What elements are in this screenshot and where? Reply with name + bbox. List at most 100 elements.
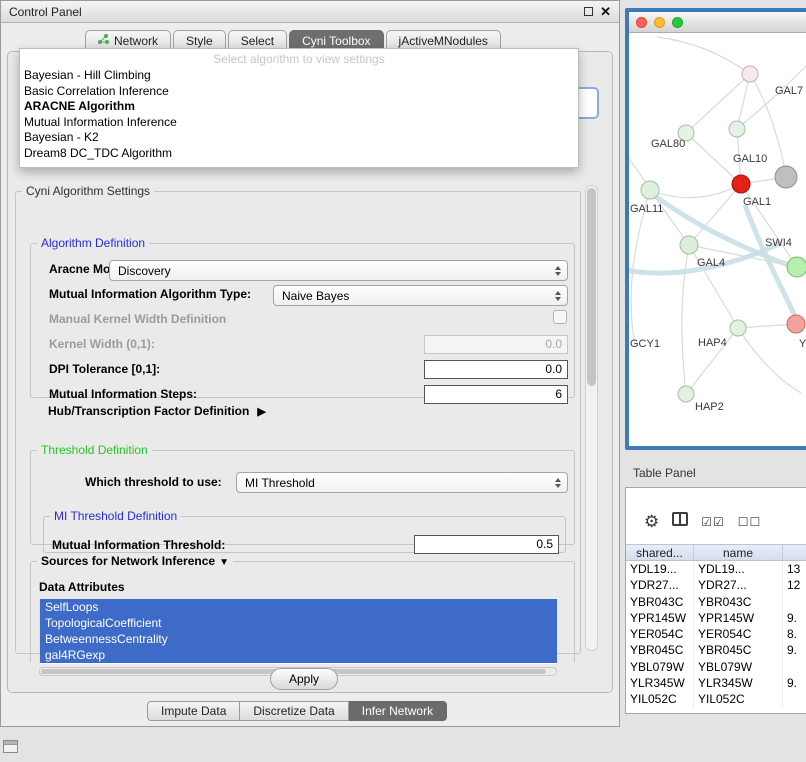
minimized-panel-icon[interactable] [3, 740, 18, 753]
kernel-width-field[interactable]: 0.0 [424, 335, 568, 354]
table-cell: YIL052C [694, 691, 783, 707]
table-panel-title: Table Panel [633, 466, 696, 480]
network-node[interactable] [678, 386, 694, 402]
window-buttons: ✕ [584, 5, 611, 18]
attribute-item-selfloops[interactable]: SelfLoops [40, 599, 557, 615]
table-cell: 9. [783, 675, 806, 691]
table-cell: YIL052C [626, 691, 694, 707]
column-header-2[interactable] [783, 545, 806, 560]
close-traffic-light-icon[interactable] [636, 17, 647, 28]
bottom-tab-discretize-data[interactable]: Discretize Data [240, 701, 348, 721]
network-node[interactable] [641, 181, 659, 199]
network-node[interactable] [729, 121, 745, 137]
table-cell: YER054C [626, 626, 694, 642]
minimize-traffic-light-icon[interactable] [654, 17, 665, 28]
expand-right-icon[interactable]: ▶ [257, 406, 265, 418]
unchecked-rows-icon[interactable]: ☐☐ [738, 515, 762, 529]
close-window-icon[interactable]: ✕ [600, 5, 611, 18]
mi-threshold-label: Mutual Information Threshold: [52, 538, 225, 552]
mi-threshold-field[interactable]: 0.5 [414, 535, 559, 554]
collapse-down-icon[interactable]: ▼ [219, 557, 229, 568]
node-label: SWI4 [765, 237, 792, 249]
column-header-name[interactable]: name [694, 545, 783, 560]
table-cell: YBR043C [694, 594, 783, 610]
mi-steps-field[interactable]: 6 [424, 385, 568, 404]
table-cell: YDL19... [694, 561, 783, 577]
table-cell: YLR345W [626, 675, 694, 691]
zoom-traffic-light-icon[interactable] [672, 17, 683, 28]
tab-label: Style [186, 34, 213, 48]
network-node[interactable] [775, 166, 797, 188]
table-cell: 9. [783, 642, 806, 658]
aracne-mode-select[interactable]: Discovery [109, 260, 568, 281]
sources-section-title[interactable]: Sources for Network Inference▼ [37, 554, 233, 568]
settings-vertical-scrollbar[interactable] [585, 185, 598, 651]
table-row[interactable]: YER054CYER054C8. [626, 626, 806, 642]
network-canvas[interactable]: GAL7GAL80GAL10GAL11GAL1SWI4GAL4GCY1HAP4Y… [629, 33, 806, 446]
table-row[interactable]: YIL052CYIL052C [626, 691, 806, 707]
network-node[interactable] [742, 66, 758, 82]
combo-arrows-icon [555, 266, 561, 276]
threshold-definition-group: Threshold Definition Which threshold to … [30, 443, 575, 545]
mi-threshold-definition-group: MI Threshold Definition Mutual Informati… [43, 509, 566, 553]
table-cell: YBL079W [694, 659, 783, 675]
dropdown-item-basic-correlation-inference[interactable]: Basic Correlation Inference [20, 84, 578, 100]
mi-algorithm-type-select[interactable]: Naive Bayes [273, 285, 568, 306]
apply-button[interactable]: Apply [270, 668, 338, 690]
node-label: GAL4 [697, 257, 725, 269]
table-body: YDL19...YDL19...13YDR27...YDR27...12YBR0… [626, 561, 806, 713]
dropdown-placeholder: Select algorithm to view settings [20, 51, 578, 68]
node-label: HAP4 [698, 337, 727, 349]
aracne-mode-value: Discovery [118, 264, 171, 278]
float-window-icon[interactable] [584, 7, 593, 16]
columns-icon[interactable] [672, 512, 688, 531]
table-cell: YLR345W [694, 675, 783, 691]
dropdown-item-aracne-algorithm[interactable]: ARACNE Algorithm [20, 99, 578, 115]
attribute-item-betweennesscentrality[interactable]: BetweennessCentrality [40, 631, 557, 647]
control-panel-window: Control Panel ✕ NetworkStyleSelectCyni T… [0, 0, 620, 727]
dropdown-item-bayesian-k2[interactable]: Bayesian - K2 [20, 130, 578, 146]
table-row[interactable]: YBR043CYBR043C [626, 594, 806, 610]
column-header-shared[interactable]: shared... [626, 545, 694, 560]
table-cell: 8. [783, 626, 806, 642]
dropdown-item-dream8-dc-tdc-algorithm[interactable]: Dream8 DC_TDC Algorithm [20, 146, 578, 162]
sources-for-network-inference-group: Sources for Network Inference▼ Data Attr… [30, 554, 575, 662]
control-panel-titlebar[interactable]: Control Panel ✕ [1, 1, 619, 23]
table-row[interactable]: YPR145WYPR145W9. [626, 610, 806, 626]
table-cell: YER054C [694, 626, 783, 642]
node-label: GAL7 [775, 85, 803, 97]
table-row[interactable]: YDL19...YDL19...13 [626, 561, 806, 577]
manual-kernel-width-checkbox[interactable] [553, 310, 567, 324]
node-label: HAP2 [695, 401, 724, 413]
table-cell: YPR145W [626, 610, 694, 626]
network-node[interactable] [732, 175, 750, 193]
cyni-algorithm-settings-group: Cyni Algorithm Settings Algorithm Defini… [15, 184, 581, 654]
table-row[interactable]: YBR045CYBR045C9. [626, 642, 806, 658]
network-node[interactable] [787, 315, 805, 333]
attribute-item-gal4rgexp[interactable]: gal4RGexp [40, 647, 557, 663]
dpi-tolerance-label: DPI Tolerance [0,1]: [49, 362, 160, 376]
table-cell: 13 [783, 561, 806, 577]
dropdown-item-mutual-information-inference[interactable]: Mutual Information Inference [20, 115, 578, 131]
dropdown-item-bayesian-hill-climbing[interactable]: Bayesian - Hill Climbing [20, 68, 578, 84]
node-label: Y [799, 338, 806, 350]
table-cell: YDR27... [694, 577, 783, 593]
gear-icon[interactable]: ⚙ [644, 512, 659, 532]
table-row[interactable]: YDR27...YDR27...12 [626, 577, 806, 593]
network-node[interactable] [730, 320, 746, 336]
table-cell: YBL079W [626, 659, 694, 675]
network-node[interactable] [680, 236, 698, 254]
bottom-tab-impute-data[interactable]: Impute Data [147, 701, 240, 721]
hub-transcription-factor-section[interactable]: Hub/Transcription Factor Definition▶ [48, 404, 266, 418]
mi-threshold-definition-title: MI Threshold Definition [50, 509, 181, 523]
table-row[interactable]: YBL079WYBL079W [626, 659, 806, 675]
checked-rows-icon[interactable]: ☑☑ [701, 515, 725, 529]
dpi-tolerance-field[interactable]: 0.0 [424, 360, 568, 379]
network-node[interactable] [787, 257, 806, 277]
attribute-item-topologicalcoefficient[interactable]: TopologicalCoefficient [40, 615, 557, 631]
which-threshold-select[interactable]: MI Threshold [236, 472, 568, 493]
bottom-tab-infer-network[interactable]: Infer Network [349, 701, 447, 721]
data-attributes-list[interactable]: SelfLoopsTopologicalCoefficientBetweenne… [39, 599, 557, 664]
network-window-titlebar[interactable] [629, 12, 806, 33]
table-row[interactable]: YLR345WYLR345W9. [626, 675, 806, 691]
